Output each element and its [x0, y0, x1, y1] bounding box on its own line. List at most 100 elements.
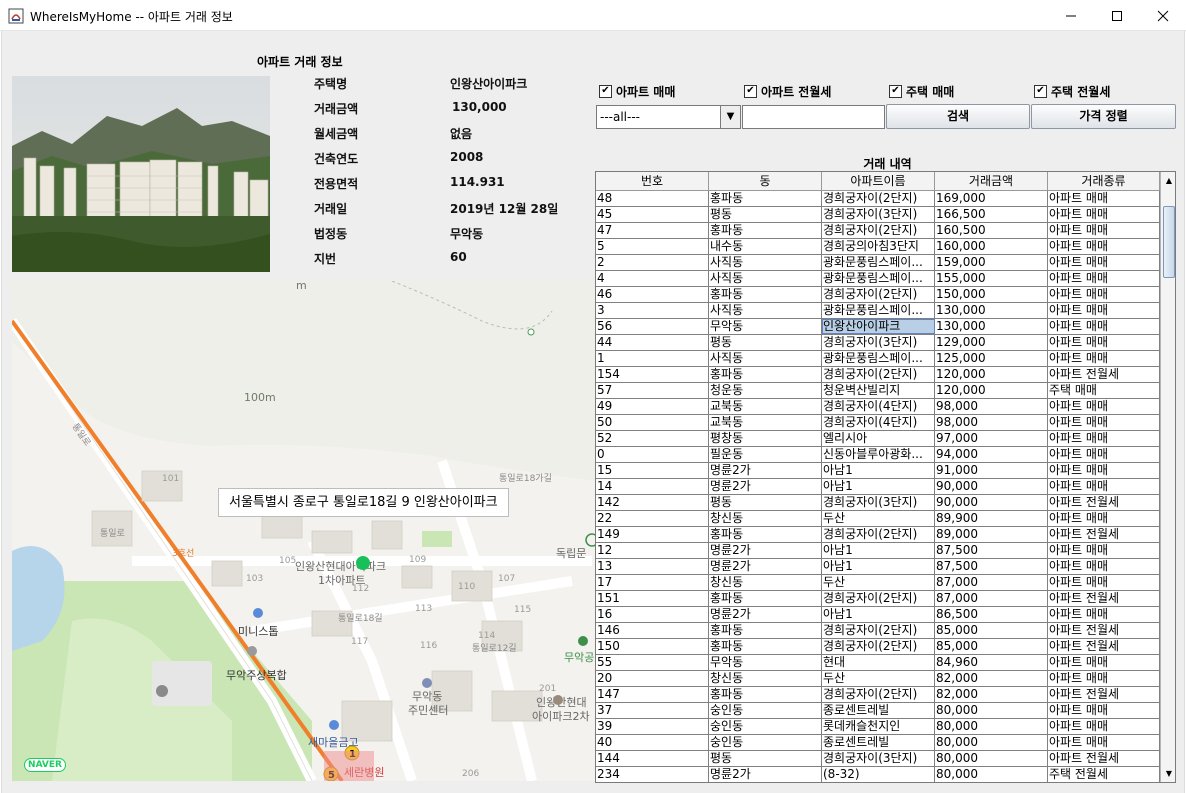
cell-amount[interactable]: 82,000	[935, 671, 1048, 686]
cell-dong[interactable]: 무악동	[709, 655, 822, 670]
cell-apt-name[interactable]: 경희궁자이(4단지)	[822, 399, 935, 414]
location-marker[interactable]	[356, 556, 370, 570]
cell-type[interactable]: 아파트 전월세	[1048, 687, 1160, 702]
cell-number[interactable]: 234	[596, 767, 709, 782]
cell-number[interactable]: 15	[596, 463, 709, 478]
cell-dong[interactable]: 홍파동	[709, 367, 822, 382]
cell-apt-name[interactable]: 현대	[822, 655, 935, 670]
cell-apt-name[interactable]: 아남1	[822, 559, 935, 574]
cell-amount[interactable]: 84,960	[935, 655, 1048, 670]
dong-select[interactable]: ---all--- ▼	[596, 105, 741, 129]
col-header-type[interactable]: 거래종류	[1048, 172, 1160, 190]
cell-type[interactable]: 아파트 매매	[1048, 655, 1160, 670]
cell-apt-name[interactable]: 광화문풍림스페이...	[822, 303, 935, 318]
checkbox-house-rent[interactable]: ✔	[1034, 84, 1047, 98]
cell-amount[interactable]: 125,000	[935, 351, 1048, 366]
checkbox-apt-sale[interactable]: ✔	[599, 84, 612, 98]
cell-apt-name[interactable]: 신동아블루아광화...	[822, 447, 935, 462]
table-row[interactable]: 14 명륜2가 아남1 90,000 아파트 매매	[596, 479, 1160, 495]
cell-apt-name[interactable]: 경희궁자이(2단지)	[822, 287, 935, 302]
cell-type[interactable]: 아파트 매매	[1048, 239, 1160, 254]
cell-amount[interactable]: 169,000	[935, 191, 1048, 206]
cell-amount[interactable]: 89,000	[935, 527, 1048, 542]
cell-apt-name[interactable]: 경희궁자이(3단지)	[822, 495, 935, 510]
cell-dong[interactable]: 명륜2가	[709, 767, 822, 782]
cell-apt-name[interactable]: 경희궁자이(3단지)	[822, 335, 935, 350]
cell-number[interactable]: 46	[596, 287, 709, 302]
cell-number[interactable]: 45	[596, 207, 709, 222]
close-button[interactable]	[1140, 0, 1186, 31]
cell-type[interactable]: 아파트 매매	[1048, 319, 1160, 334]
check-apt-sale[interactable]: ✔ 아파트 매매	[599, 83, 675, 99]
cell-amount[interactable]: 98,000	[935, 415, 1048, 430]
cell-type[interactable]: 아파트 매매	[1048, 303, 1160, 318]
cell-apt-name[interactable]: 아남1	[822, 607, 935, 622]
cell-dong[interactable]: 홍파동	[709, 223, 822, 238]
sort-price-button[interactable]: 가격 정렬	[1031, 104, 1176, 129]
cell-dong[interactable]: 명륜2가	[709, 543, 822, 558]
cell-type[interactable]: 아파트 매매	[1048, 207, 1160, 222]
cell-number[interactable]: 144	[596, 751, 709, 766]
cell-type[interactable]: 아파트 매매	[1048, 255, 1160, 270]
cell-amount[interactable]: 120,000	[935, 367, 1048, 382]
cell-number[interactable]: 48	[596, 191, 709, 206]
checkbox-apt-rent[interactable]: ✔	[744, 84, 757, 98]
search-button[interactable]: 검색	[886, 104, 1030, 129]
table-row[interactable]: 146 홍파동 경희궁자이(2단지) 85,000 아파트 전월세	[596, 623, 1160, 639]
cell-apt-name[interactable]: 두산	[822, 575, 935, 590]
table-row[interactable]: 13 명륜2가 아남1 87,500 아파트 매매	[596, 559, 1160, 575]
cell-type[interactable]: 아파트 매매	[1048, 287, 1160, 302]
cell-number[interactable]: 56	[596, 319, 709, 334]
cell-amount[interactable]: 130,000	[935, 319, 1048, 334]
table-row[interactable]: 47 홍파동 경희궁자이(2단지) 160,500 아파트 매매	[596, 223, 1160, 239]
table-row[interactable]: 4 사직동 광화문풍림스페이... 155,000 아파트 매매	[596, 271, 1160, 287]
table-row[interactable]: 15 명륜2가 아남1 91,000 아파트 매매	[596, 463, 1160, 479]
map-view[interactable]: 100m m 통일로18가길 통일로18길 통일로12길 통일로 통일로 3호선…	[12, 281, 596, 781]
cell-dong[interactable]: 창신동	[709, 671, 822, 686]
cell-apt-name[interactable]: 두산	[822, 511, 935, 526]
cell-dong[interactable]: 사직동	[709, 351, 822, 366]
table-row[interactable]: 50 교북동 경희궁자이(4단지) 98,000 아파트 매매	[596, 415, 1160, 431]
cell-type[interactable]: 주택 전월세	[1048, 767, 1160, 782]
cell-number[interactable]: 149	[596, 527, 709, 542]
cell-apt-name[interactable]: 경희궁자이(4단지)	[822, 415, 935, 430]
cell-amount[interactable]: 80,000	[935, 751, 1048, 766]
cell-number[interactable]: 52	[596, 431, 709, 446]
cell-apt-name[interactable]: 아남1	[822, 543, 935, 558]
cell-apt-name[interactable]: 인왕산아이파크	[822, 319, 935, 334]
cell-number[interactable]: 17	[596, 575, 709, 590]
cell-amount[interactable]: 130,000	[935, 303, 1048, 318]
cell-amount[interactable]: 85,000	[935, 639, 1048, 654]
cell-dong[interactable]: 평동	[709, 495, 822, 510]
cell-apt-name[interactable]: 롯데캐슬천지인	[822, 719, 935, 734]
cell-number[interactable]: 47	[596, 223, 709, 238]
minimize-button[interactable]	[1048, 0, 1094, 31]
cell-type[interactable]: 아파트 매매	[1048, 543, 1160, 558]
check-house-rent[interactable]: ✔ 주택 전월세	[1034, 83, 1110, 99]
cell-amount[interactable]: 98,000	[935, 399, 1048, 414]
search-input[interactable]	[742, 105, 885, 129]
cell-type[interactable]: 아파트 전월세	[1048, 495, 1160, 510]
cell-amount[interactable]: 150,000	[935, 287, 1048, 302]
check-house-sale[interactable]: ✔ 주택 매매	[889, 83, 954, 99]
col-header-number[interactable]: 번호	[596, 172, 709, 190]
cell-amount[interactable]: 80,000	[935, 767, 1048, 782]
cell-amount[interactable]: 87,500	[935, 559, 1048, 574]
cell-number[interactable]: 37	[596, 703, 709, 718]
cell-type[interactable]: 아파트 매매	[1048, 735, 1160, 750]
cell-type[interactable]: 아파트 매매	[1048, 447, 1160, 462]
table-row[interactable]: 0 필운동 신동아블루아광화... 94,000 아파트 매매	[596, 447, 1160, 463]
cell-dong[interactable]: 필운동	[709, 447, 822, 462]
cell-dong[interactable]: 평동	[709, 207, 822, 222]
cell-type[interactable]: 아파트 매매	[1048, 575, 1160, 590]
cell-dong[interactable]: 명륜2가	[709, 463, 822, 478]
cell-number[interactable]: 4	[596, 271, 709, 286]
table-row[interactable]: 20 창신동 두산 82,000 아파트 매매	[596, 671, 1160, 687]
cell-type[interactable]: 아파트 매매	[1048, 719, 1160, 734]
cell-apt-name[interactable]: (8-32)	[822, 767, 935, 782]
cell-amount[interactable]: 160,500	[935, 223, 1048, 238]
cell-number[interactable]: 22	[596, 511, 709, 526]
cell-apt-name[interactable]: 경희궁자이(3단지)	[822, 751, 935, 766]
table-row[interactable]: 151 홍파동 경희궁자이(2단지) 87,000 아파트 전월세	[596, 591, 1160, 607]
cell-number[interactable]: 151	[596, 591, 709, 606]
